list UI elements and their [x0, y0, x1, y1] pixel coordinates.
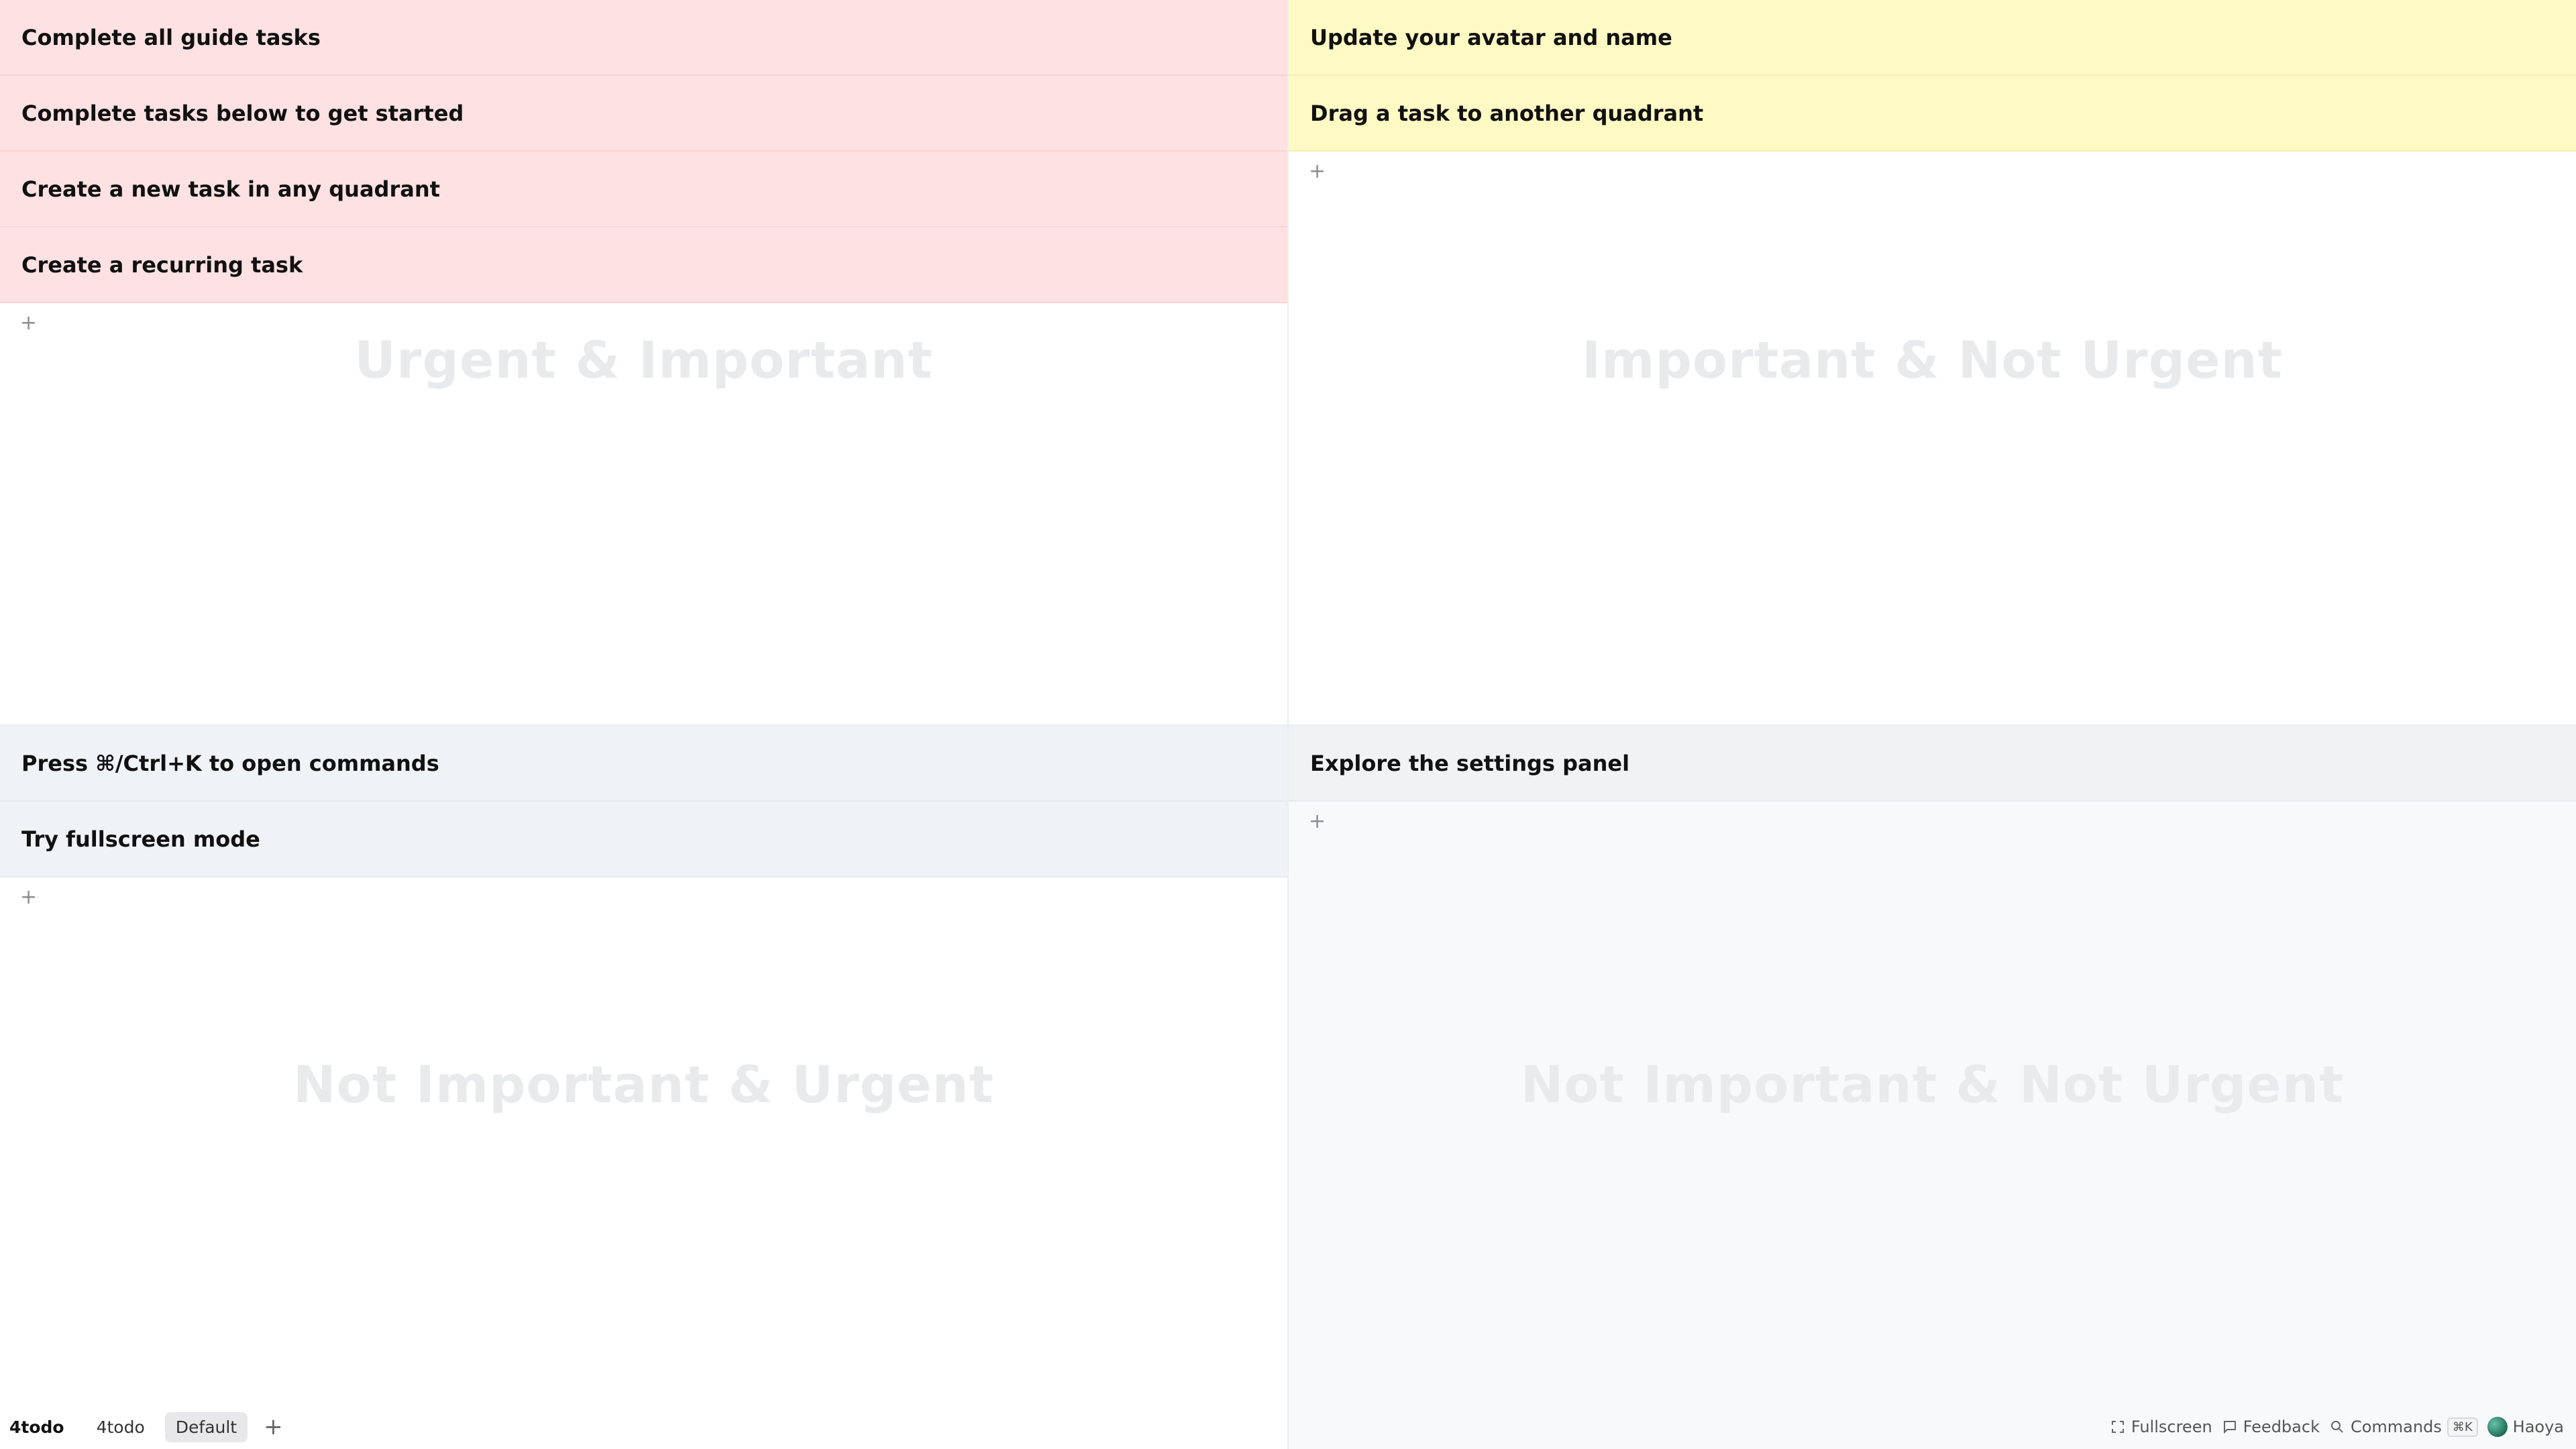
add-task-button[interactable]: + — [1289, 152, 2576, 192]
task-item[interactable]: Create a recurring task — [0, 227, 1287, 303]
commands-button[interactable]: Commands ⌘K — [2329, 1417, 2478, 1437]
quadrant-not-important-not-urgent: Explore the settings panel + Not Importa… — [1289, 724, 2576, 1449]
add-tab-button[interactable]: + — [257, 1413, 290, 1440]
user-menu[interactable]: Haoya — [2487, 1417, 2564, 1437]
fullscreen-label: Fullscreen — [2131, 1417, 2212, 1436]
task-item[interactable]: Explore the settings panel — [1289, 726, 2576, 802]
fullscreen-icon — [2110, 1419, 2126, 1435]
quadrant-title: Not Important & Not Urgent — [1520, 1055, 2345, 1114]
search-icon — [2329, 1419, 2345, 1435]
task-item[interactable]: Update your avatar and name — [1289, 0, 2576, 76]
shortcut-badge: ⌘K — [2447, 1417, 2478, 1437]
task-item[interactable]: Drag a task to another quadrant — [1289, 76, 2576, 152]
fullscreen-button[interactable]: Fullscreen — [2110, 1417, 2212, 1436]
task-list: Press ⌘/Ctrl+K to open commands Try full… — [0, 726, 1287, 877]
app-root: Complete all guide tasks Complete tasks … — [0, 0, 2576, 1449]
tab-4todo[interactable]: 4todo — [86, 1412, 156, 1442]
quadrant-title: Important & Not Urgent — [1582, 330, 2283, 390]
task-list: Update your avatar and name Drag a task … — [1289, 0, 2576, 152]
quadrant-urgent-important: Complete all guide tasks Complete tasks … — [0, 0, 1289, 724]
feedback-icon — [2222, 1419, 2238, 1435]
add-task-button[interactable]: + — [1289, 802, 2576, 842]
bottom-toolbar: Fullscreen Feedback Commands ⌘K Haoya — [2110, 1405, 2564, 1449]
add-task-button[interactable]: + — [0, 877, 1287, 918]
task-item[interactable]: Complete all guide tasks — [0, 0, 1287, 76]
workspace-tab-bar: 4todo 4todo Default + — [0, 1405, 290, 1449]
avatar — [2487, 1417, 2508, 1437]
quadrant-important-not-urgent: Update your avatar and name Drag a task … — [1289, 0, 2576, 724]
feedback-label: Feedback — [2243, 1417, 2320, 1436]
commands-label: Commands — [2350, 1417, 2442, 1436]
quadrant-title: Not Important & Urgent — [293, 1055, 994, 1114]
tab-default[interactable]: Default — [164, 1411, 248, 1442]
task-list: Explore the settings panel — [1289, 726, 2576, 802]
task-item[interactable]: Press ⌘/Ctrl+K to open commands — [0, 726, 1287, 802]
quadrant-not-important-urgent: Press ⌘/Ctrl+K to open commands Try full… — [0, 724, 1289, 1449]
app-brand: 4todo — [9, 1417, 64, 1437]
task-item[interactable]: Complete tasks below to get started — [0, 76, 1287, 152]
feedback-button[interactable]: Feedback — [2222, 1417, 2320, 1436]
task-item[interactable]: Try fullscreen mode — [0, 802, 1287, 877]
task-item[interactable]: Create a new task in any quadrant — [0, 152, 1287, 227]
user-name: Haoya — [2512, 1417, 2564, 1436]
task-list: Complete all guide tasks Complete tasks … — [0, 0, 1287, 303]
add-task-button[interactable]: + — [0, 303, 1287, 343]
